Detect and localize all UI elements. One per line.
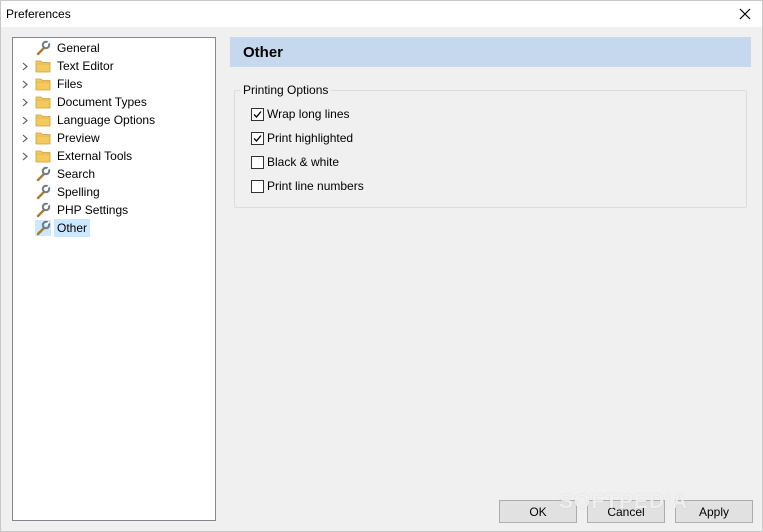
wrench-icon: [36, 166, 51, 182]
chevron-right-icon: [22, 152, 28, 160]
option-black-white[interactable]: Black & white: [251, 154, 339, 170]
chevron-right-icon: [22, 116, 28, 124]
category-tree[interactable]: General Text Editor Files Document Types…: [12, 37, 216, 521]
wrench-icon: [36, 40, 51, 56]
tree-item-label: General: [57, 41, 100, 55]
checkmark-icon: [253, 110, 262, 118]
group-legend: Printing Options: [240, 83, 332, 97]
tree-item-label: External Tools: [57, 149, 133, 163]
title-bar: Preferences: [1, 1, 762, 27]
expand-arrow[interactable]: [21, 147, 29, 165]
chevron-right-icon: [22, 80, 28, 88]
watermark: SOFTPEDIA: [559, 490, 689, 513]
checkbox[interactable]: [251, 131, 264, 145]
chevron-right-icon: [22, 62, 28, 70]
checkbox[interactable]: [251, 155, 264, 169]
expand-arrow[interactable]: [21, 111, 29, 129]
tree-item-label: Files: [57, 77, 83, 91]
option-label: Black & white: [267, 155, 340, 169]
folder-icon: [35, 132, 51, 145]
option-print-highlighted[interactable]: Print highlighted: [251, 130, 353, 146]
tree-item-label: Other: [54, 219, 91, 237]
checkbox[interactable]: [251, 179, 264, 193]
folder-icon: [35, 60, 51, 73]
checkbox[interactable]: [251, 107, 264, 121]
expand-arrow[interactable]: [21, 93, 29, 111]
folder-icon: [35, 96, 51, 109]
folder-icon: [35, 114, 51, 127]
option-print-line-numbers[interactable]: Print line numbers: [251, 178, 364, 194]
wrench-icon: [36, 184, 51, 200]
wrench-icon: [36, 202, 51, 218]
chevron-right-icon: [22, 134, 28, 142]
preferences-window: Preferences General Text Editor Files Do…: [0, 0, 763, 532]
checkmark-icon: [253, 134, 262, 142]
wrench-icon: [35, 220, 51, 236]
tree-item-label: Spelling: [57, 185, 100, 199]
expand-arrow[interactable]: [21, 129, 29, 147]
folder-icon: [35, 78, 51, 91]
tree-item-label: Text Editor: [57, 59, 114, 73]
tree-item-label: Search: [57, 167, 96, 181]
option-wrap-long-lines[interactable]: Wrap long lines: [251, 106, 350, 122]
close-icon: [739, 8, 751, 20]
tree-item-label: Preview: [57, 131, 100, 145]
tree-item-label: Language Options: [57, 113, 156, 127]
option-label: Print line numbers: [267, 179, 364, 193]
expand-arrow[interactable]: [21, 57, 29, 75]
close-button[interactable]: [728, 1, 762, 27]
chevron-right-icon: [22, 98, 28, 106]
option-label: Print highlighted: [267, 131, 354, 145]
folder-icon: [35, 150, 51, 163]
tree-item-label: Document Types: [57, 95, 147, 109]
window-title: Preferences: [6, 7, 71, 21]
option-label: Wrap long lines: [267, 107, 350, 121]
printing-options-group: Printing Options Wrap long lines Print h…: [234, 83, 747, 208]
panel-title: Other: [243, 44, 284, 61]
expand-arrow[interactable]: [21, 75, 29, 93]
tree-item-label: PHP Settings: [57, 203, 129, 217]
panel-header: Other: [230, 37, 751, 67]
